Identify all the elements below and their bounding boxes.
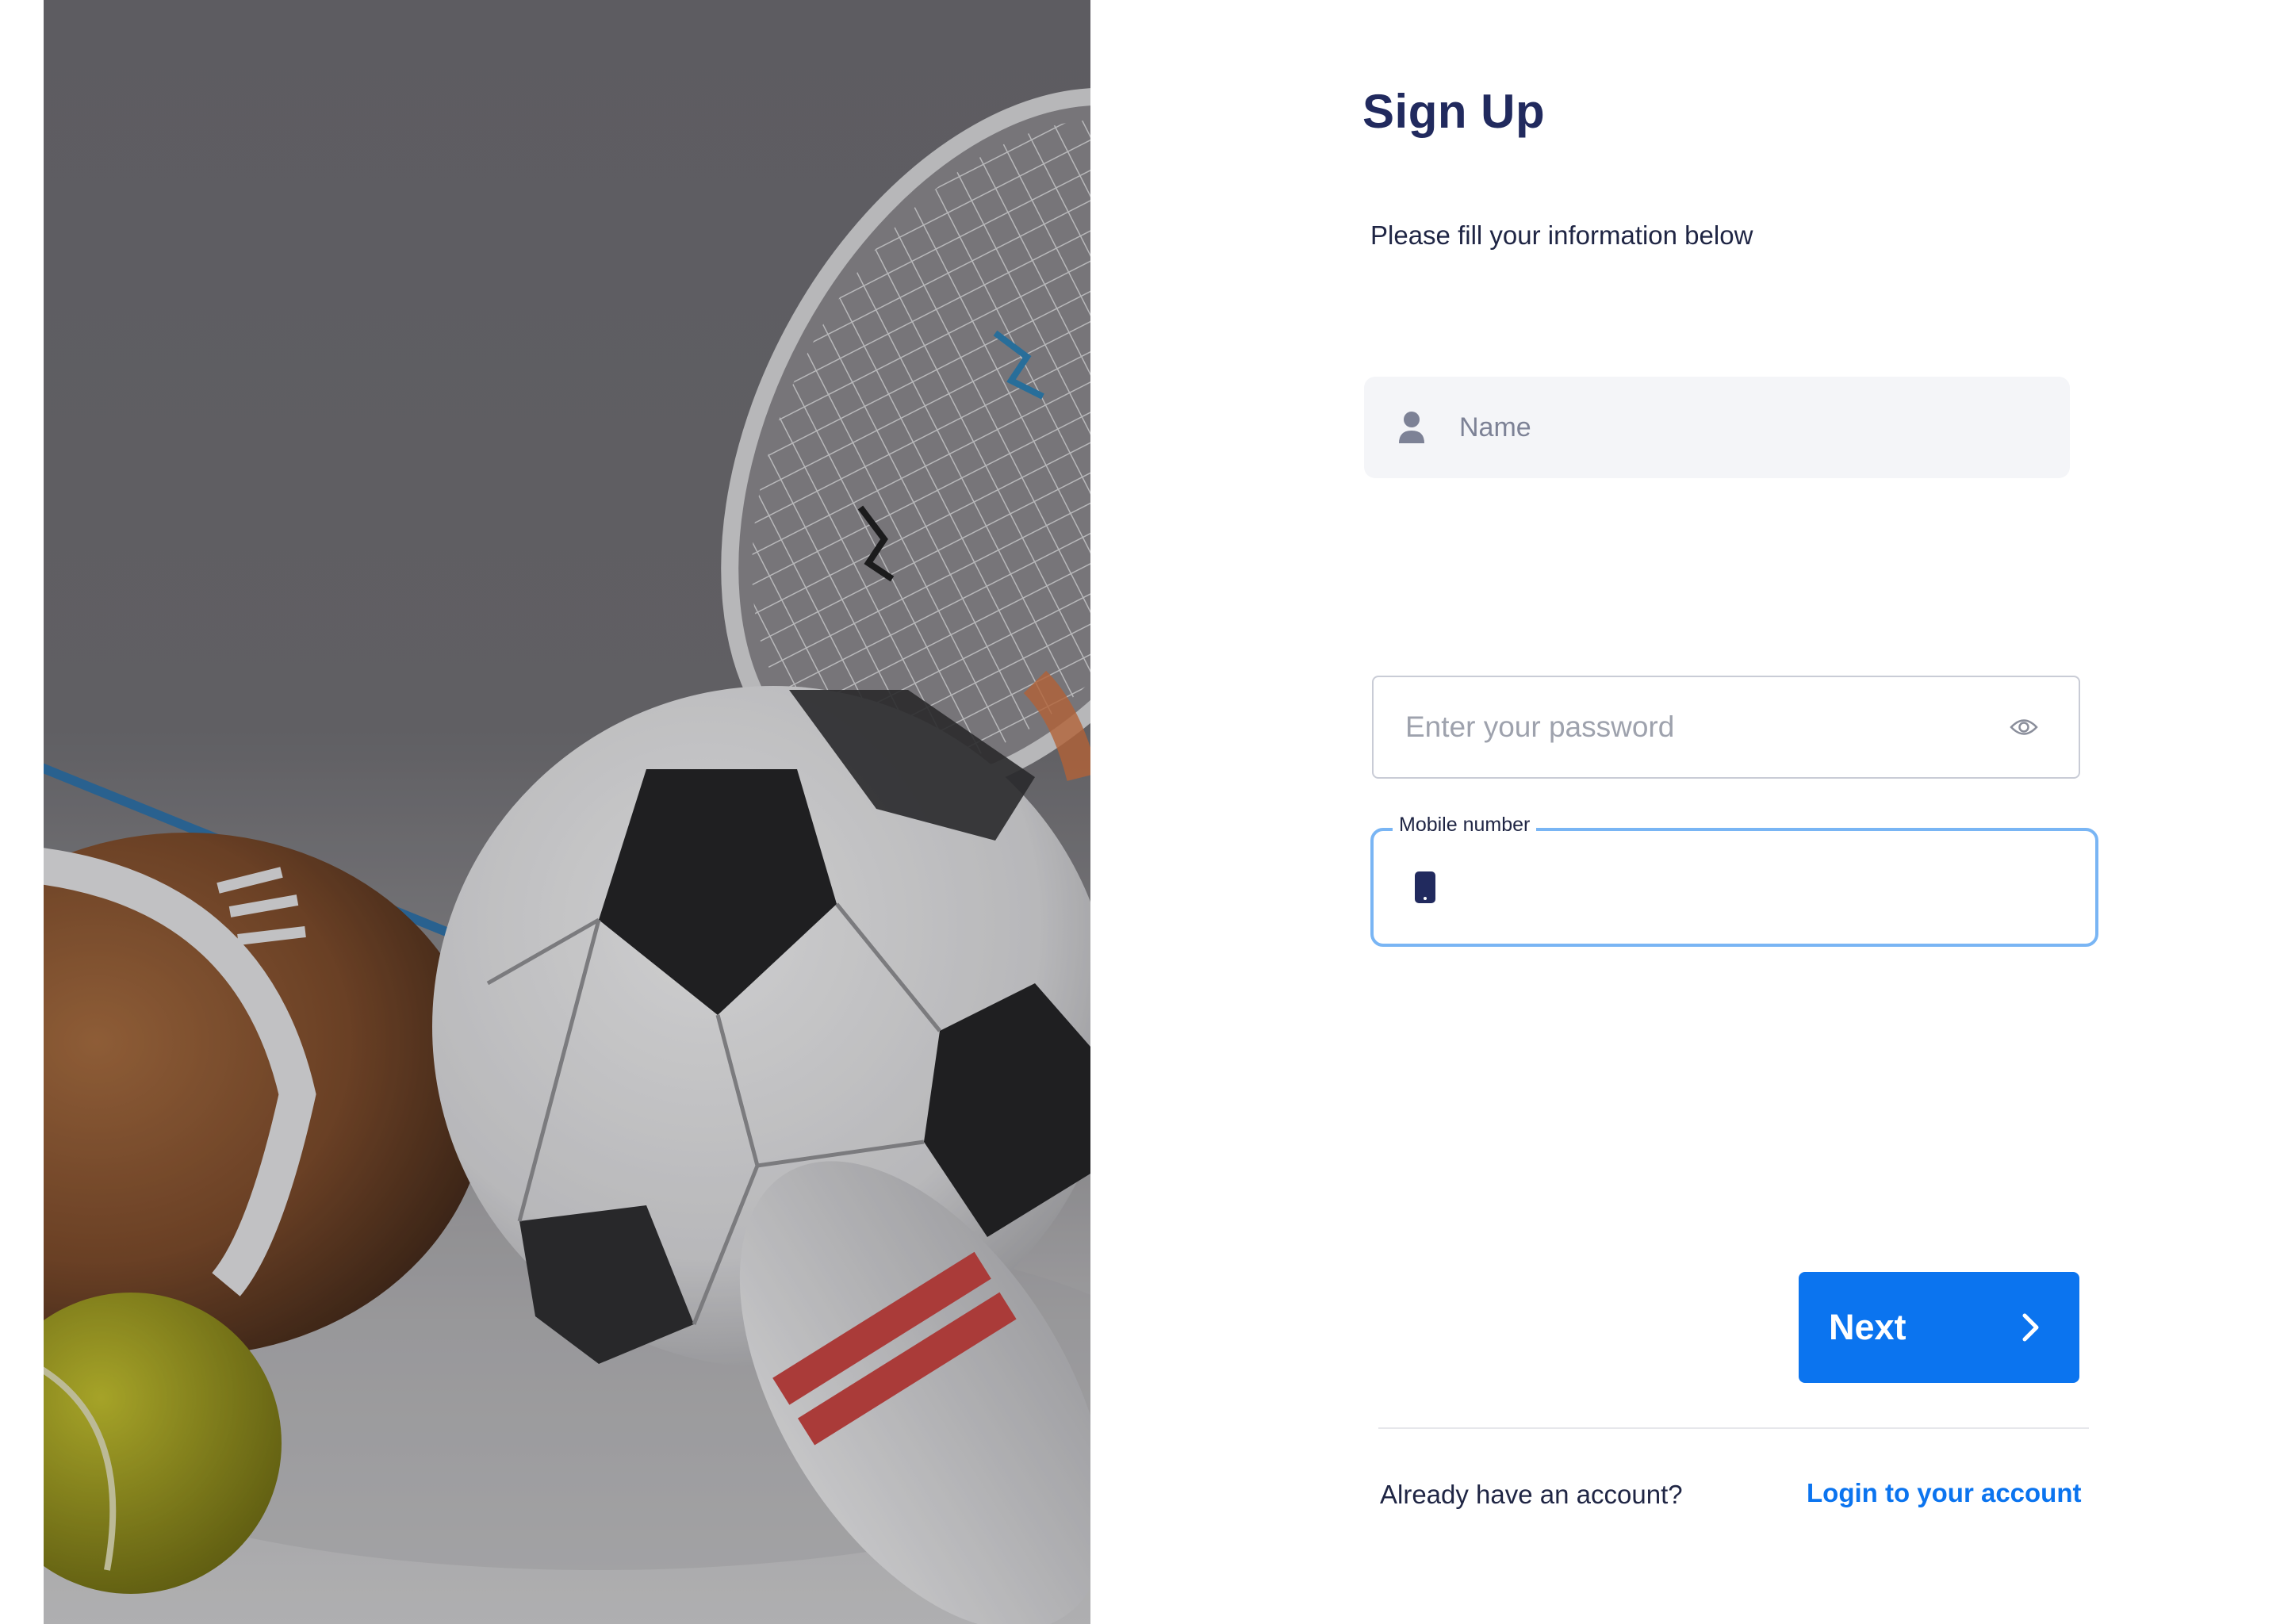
mobile-number-label: Mobile number [1393, 814, 1537, 837]
already-have-account-text: Already have an account? [1380, 1480, 1683, 1509]
eye-icon[interactable] [2009, 712, 2039, 742]
name-field[interactable] [1364, 377, 2070, 478]
next-button[interactable]: Next [1799, 1272, 2079, 1383]
phone-icon [1415, 871, 1435, 903]
divider [1378, 1427, 2089, 1429]
login-link[interactable]: Login to your account [1807, 1478, 2081, 1508]
signup-page: Sign Up Please fill your information bel… [0, 0, 2284, 1624]
next-button-label: Next [1829, 1307, 1907, 1347]
mobile-number-input[interactable] [1454, 860, 2057, 915]
page-title: Sign Up [1362, 85, 1546, 138]
password-field[interactable] [1372, 676, 2080, 779]
mobile-number-field[interactable]: Mobile number [1370, 814, 2098, 947]
sports-hero-image [44, 0, 1090, 1624]
user-icon [1388, 410, 1435, 445]
chevron-right-icon [2022, 1313, 2040, 1342]
password-input[interactable] [1404, 699, 1991, 755]
page-subtitle: Please fill your information below [1370, 220, 1753, 250]
name-input[interactable] [1458, 400, 2029, 455]
